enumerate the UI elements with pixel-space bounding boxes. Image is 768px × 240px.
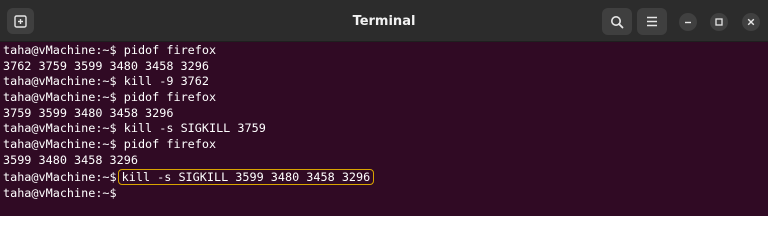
command-text: kill -s SIGKILL 3759	[123, 121, 266, 136]
terminal-line: taha@vMachine:~$ pidof firefox	[3, 90, 765, 106]
hamburger-menu-icon	[646, 16, 658, 27]
prompt: taha@vMachine:~$	[3, 137, 117, 152]
prompt: taha@vMachine:~$	[3, 186, 117, 201]
maximize-button[interactable]	[710, 13, 728, 31]
command-text: pidof firefox	[123, 137, 217, 152]
terminal-window: Terminal taha@vMachine:~$ pidof firefox …	[0, 0, 768, 216]
terminal-line: taha@vMachine:~$	[3, 184, 765, 200]
terminal-cursor	[117, 184, 118, 197]
search-icon	[610, 15, 624, 29]
terminal-line: 3599 3480 3458 3296	[3, 153, 765, 169]
command-text: pidof firefox	[123, 90, 217, 105]
terminal-output[interactable]: taha@vMachine:~$ pidof firefox 3762 3759…	[0, 43, 768, 216]
maximize-icon	[715, 18, 723, 26]
terminal-line: taha@vMachine:~$ kill -s SIGKILL 3759	[3, 121, 765, 137]
command-text: pidof firefox	[123, 43, 217, 57]
prompt: taha@vMachine:~$	[3, 74, 117, 89]
highlighted-command: kill -s SIGKILL 3599 3480 3458 3296	[117, 168, 375, 185]
minimize-button[interactable]	[679, 13, 697, 31]
new-tab-button[interactable]	[7, 8, 34, 34]
prompt: taha@vMachine:~$	[3, 43, 117, 57]
terminal-line: taha@vMachine:~$ kill -s SIGKILL 3599 348…	[3, 168, 765, 185]
terminal-line: 3762 3759 3599 3480 3458 3296	[3, 59, 765, 75]
prompt: taha@vMachine:~$	[3, 90, 117, 105]
prompt: taha@vMachine:~$	[3, 169, 117, 184]
terminal-line: taha@vMachine:~$ kill -9 3762	[3, 74, 765, 90]
new-tab-icon	[14, 14, 27, 28]
title-bar: Terminal	[0, 0, 768, 42]
close-icon	[747, 18, 755, 26]
terminal-line: taha@vMachine:~$ pidof firefox	[3, 137, 765, 153]
terminal-line: taha@vMachine:~$ pidof firefox	[3, 43, 765, 59]
menu-button[interactable]	[637, 8, 667, 35]
output-text: 3759 3599 3480 3458 3296	[3, 105, 174, 120]
close-button[interactable]	[742, 13, 760, 31]
search-button[interactable]	[602, 8, 632, 35]
output-text: 3599 3480 3458 3296	[3, 152, 138, 167]
terminal-line: 3759 3599 3480 3458 3296	[3, 106, 765, 122]
command-text: kill -9 3762	[123, 74, 209, 89]
minimize-icon	[684, 18, 692, 26]
output-text: 3762 3759 3599 3480 3458 3296	[3, 58, 209, 73]
prompt: taha@vMachine:~$	[3, 121, 117, 136]
